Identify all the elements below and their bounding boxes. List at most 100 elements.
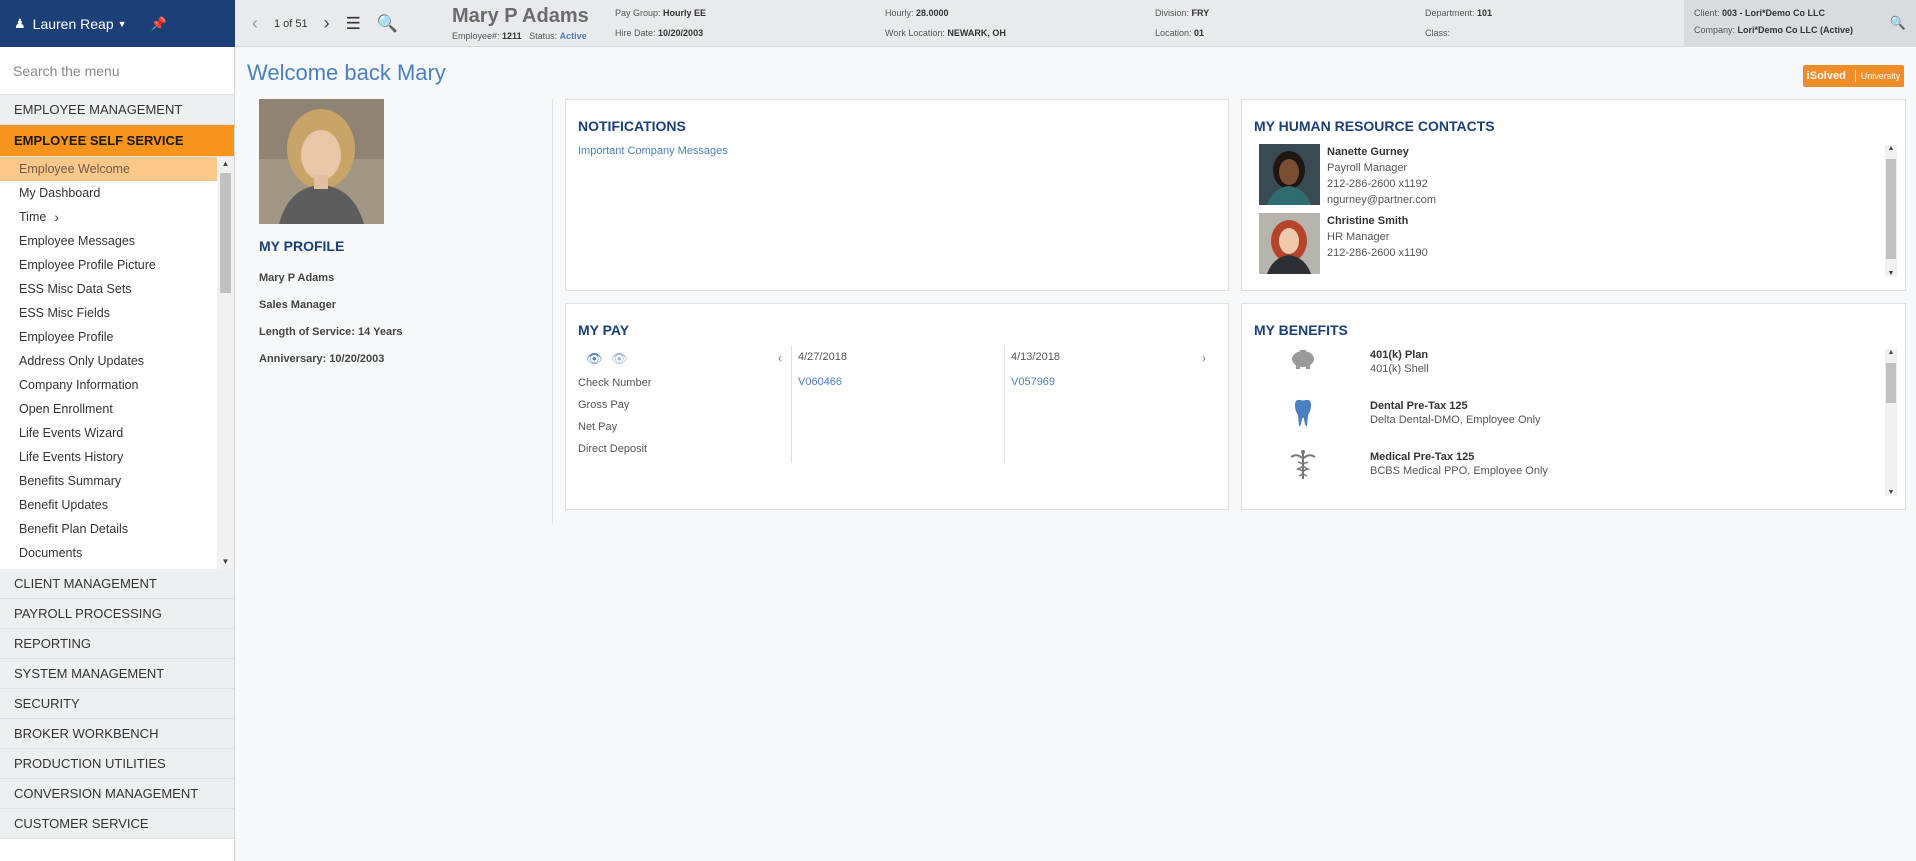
contacts-scrollbar[interactable]: ▲ ▼ — [1885, 145, 1897, 277]
important-messages-link[interactable]: Important Company Messages — [578, 145, 728, 157]
contact-role: HR Manager — [1327, 231, 1390, 243]
show-amounts-eye-icon[interactable]: 👁 — [586, 351, 603, 367]
isolved-university-button[interactable]: iSolved University — [1803, 65, 1904, 87]
section-broker-workbench[interactable]: BROKER WORKBENCH — [0, 719, 234, 749]
hide-amounts-eye-icon[interactable]: 👁 — [611, 351, 628, 367]
section-system-management[interactable]: SYSTEM MANAGEMENT — [0, 659, 234, 689]
user-menu[interactable]: ♟ Lauren Reap ▼ 📌 — [0, 0, 235, 47]
pin-icon[interactable]: 📌 — [151, 16, 167, 32]
list-icon[interactable]: ☰ — [346, 14, 361, 34]
scroll-up-icon[interactable]: ▲ — [217, 157, 234, 171]
check-number-link[interactable]: V057969 — [1011, 376, 1055, 388]
section-payroll-processing[interactable]: PAYROLL PROCESSING — [0, 599, 234, 629]
my-pay-card: MY PAY 👁 👁 Check Number Gross Pay Net Pa… — [565, 303, 1229, 510]
client-company-box: Client: 003 - Lori*Demo Co LLC Company: … — [1684, 0, 1916, 47]
scroll-down-icon[interactable]: ▼ — [1885, 270, 1897, 277]
submenu-item[interactable]: Life Events Wizard — [0, 421, 218, 445]
scroll-up-icon[interactable]: ▲ — [1885, 145, 1897, 152]
benefit-detail: Delta Dental-DMO, Employee Only — [1370, 414, 1541, 426]
submenu-item[interactable]: ESS Misc Data Sets — [0, 277, 218, 301]
welcome-heading: Welcome back Mary — [247, 60, 446, 85]
user-name: Lauren Reap — [32, 15, 114, 32]
submenu-item[interactable]: Benefits Summary — [0, 469, 218, 493]
hr-contacts-title: MY HUMAN RESOURCE CONTACTS — [1254, 118, 1495, 134]
my-profile: MY PROFILE Mary P Adams Sales Manager Le… — [259, 99, 551, 380]
caduceus-icon — [1272, 450, 1334, 486]
submenu-item[interactable]: Documents — [0, 541, 218, 565]
submenu-item[interactable]: ESS Misc Fields — [0, 301, 218, 325]
my-benefits-card: MY BENEFITS 401(k) Plan 401(k) Shell Den… — [1241, 303, 1906, 510]
scroll-up-icon[interactable]: ▲ — [1885, 349, 1897, 356]
contact-card: Christine Smith HR Manager 212-286-2600 … — [1259, 213, 1428, 274]
section-customer-service[interactable]: CUSTOMER SERVICE — [0, 809, 234, 839]
person-icon: ♟ — [14, 15, 26, 31]
profile-title: MY PROFILE — [259, 238, 345, 254]
contact-photo — [1259, 144, 1320, 205]
piggy-bank-icon — [1272, 348, 1334, 376]
benefit-name: Medical Pre-Tax 125 — [1370, 451, 1475, 463]
submenu-item[interactable]: Company Assets — [0, 565, 218, 569]
pager-count: 1 of 51 — [274, 17, 308, 30]
top-bar: ♟ Lauren Reap ▼ 📌 ‹ 1 of 51 › ☰ 🔍 Mary P… — [0, 0, 1916, 47]
previous-arrow-icon[interactable]: ‹ — [252, 13, 258, 34]
my-pay-title: MY PAY — [578, 322, 630, 338]
submenu-scrollbar[interactable]: ▲ ▼ — [217, 157, 234, 569]
scroll-thumb[interactable] — [1886, 159, 1896, 259]
submenu-item[interactable]: Address Only Updates — [0, 349, 218, 373]
scroll-thumb[interactable] — [1886, 363, 1896, 403]
submenu-item[interactable]: Open Enrollment — [0, 397, 218, 421]
section-client-management[interactable]: CLIENT MANAGEMENT — [0, 569, 234, 599]
submenu-item[interactable]: Employee Welcome — [0, 157, 218, 181]
my-benefits-title: MY BENEFITS — [1254, 322, 1348, 338]
profile-photo[interactable] — [259, 99, 384, 224]
pay-row-label: Direct Deposit — [578, 443, 648, 455]
department-field: Department: 101 — [1425, 8, 1493, 18]
pay-row-label: Net Pay — [578, 421, 618, 433]
section-employee-self-service[interactable]: EMPLOYEE SELF SERVICE — [0, 125, 234, 157]
section-security[interactable]: SECURITY — [0, 689, 234, 719]
benefit-item[interactable]: 401(k) Plan 401(k) Shell — [1272, 348, 1429, 376]
previous-check-icon[interactable]: ‹ — [778, 351, 782, 365]
scroll-thumb[interactable] — [220, 173, 231, 293]
next-arrow-icon[interactable]: › — [324, 13, 330, 34]
profile-name: Mary P Adams — [259, 272, 335, 284]
submenu-item[interactable]: Benefit Plan Details — [0, 517, 218, 541]
benefit-name: 401(k) Plan — [1370, 349, 1429, 361]
section-production-utilities[interactable]: PRODUCTION UTILITIES — [0, 749, 234, 779]
divider — [552, 99, 553, 524]
contact-email[interactable]: ngurney@partner.com — [1327, 194, 1436, 206]
scroll-down-icon[interactable]: ▼ — [1885, 489, 1897, 496]
submenu-item[interactable]: Employee Profile — [0, 325, 218, 349]
section-employee-management[interactable]: EMPLOYEE MANAGEMENT — [0, 95, 234, 125]
benefit-item[interactable]: Dental Pre-Tax 125 Delta Dental-DMO, Emp… — [1272, 399, 1541, 433]
section-conversion-management[interactable]: CONVERSION MANAGEMENT — [0, 779, 234, 809]
benefit-detail: BCBS Medical PPO, Employee Only — [1370, 465, 1548, 477]
submenu-item[interactable]: Employee Profile Picture — [0, 253, 218, 277]
notifications-card: NOTIFICATIONS Important Company Messages — [565, 99, 1229, 291]
contact-phone: 212-286-2600 x1192 — [1327, 178, 1428, 190]
benefits-scrollbar[interactable]: ▲ ▼ — [1885, 349, 1897, 496]
contact-name: Christine Smith — [1327, 215, 1409, 227]
column-divider — [791, 346, 792, 463]
submenu-item[interactable]: Life Events History — [0, 445, 218, 469]
submenu-item[interactable]: Company Information — [0, 373, 218, 397]
check-number-link[interactable]: V060466 — [798, 376, 842, 388]
pay-row-label: Gross Pay — [578, 399, 630, 411]
section-reporting[interactable]: REPORTING — [0, 629, 234, 659]
client-field: Client: 003 - Lori*Demo Co LLC — [1694, 8, 1826, 18]
menu-search-input[interactable]: Search the menu — [0, 47, 234, 95]
benefit-item[interactable]: Medical Pre-Tax 125 BCBS Medical PPO, Em… — [1272, 450, 1548, 486]
submenu-item[interactable]: Benefit Updates — [0, 493, 218, 517]
submenu-list: Employee Welcome My Dashboard Time › Employe… — [0, 157, 218, 569]
next-check-icon[interactable]: › — [1202, 351, 1206, 365]
submenu-item[interactable]: My Dashboard — [0, 181, 218, 205]
search-icon[interactable]: 🔍 — [377, 14, 398, 34]
scroll-down-icon[interactable]: ▼ — [217, 555, 234, 569]
hr-contacts-card: MY HUMAN RESOURCE CONTACTS Nanette Gurne… — [1241, 99, 1906, 291]
submenu-item[interactable]: Employee Messages — [0, 229, 218, 253]
company-field: Company: Lori*Demo Co LLC (Active) — [1694, 25, 1854, 35]
column-divider — [1004, 346, 1005, 463]
client-search-icon[interactable]: 🔍 — [1890, 15, 1906, 31]
check-date: 4/13/2018 — [1011, 351, 1060, 363]
submenu-item[interactable]: Time › — [0, 205, 218, 229]
